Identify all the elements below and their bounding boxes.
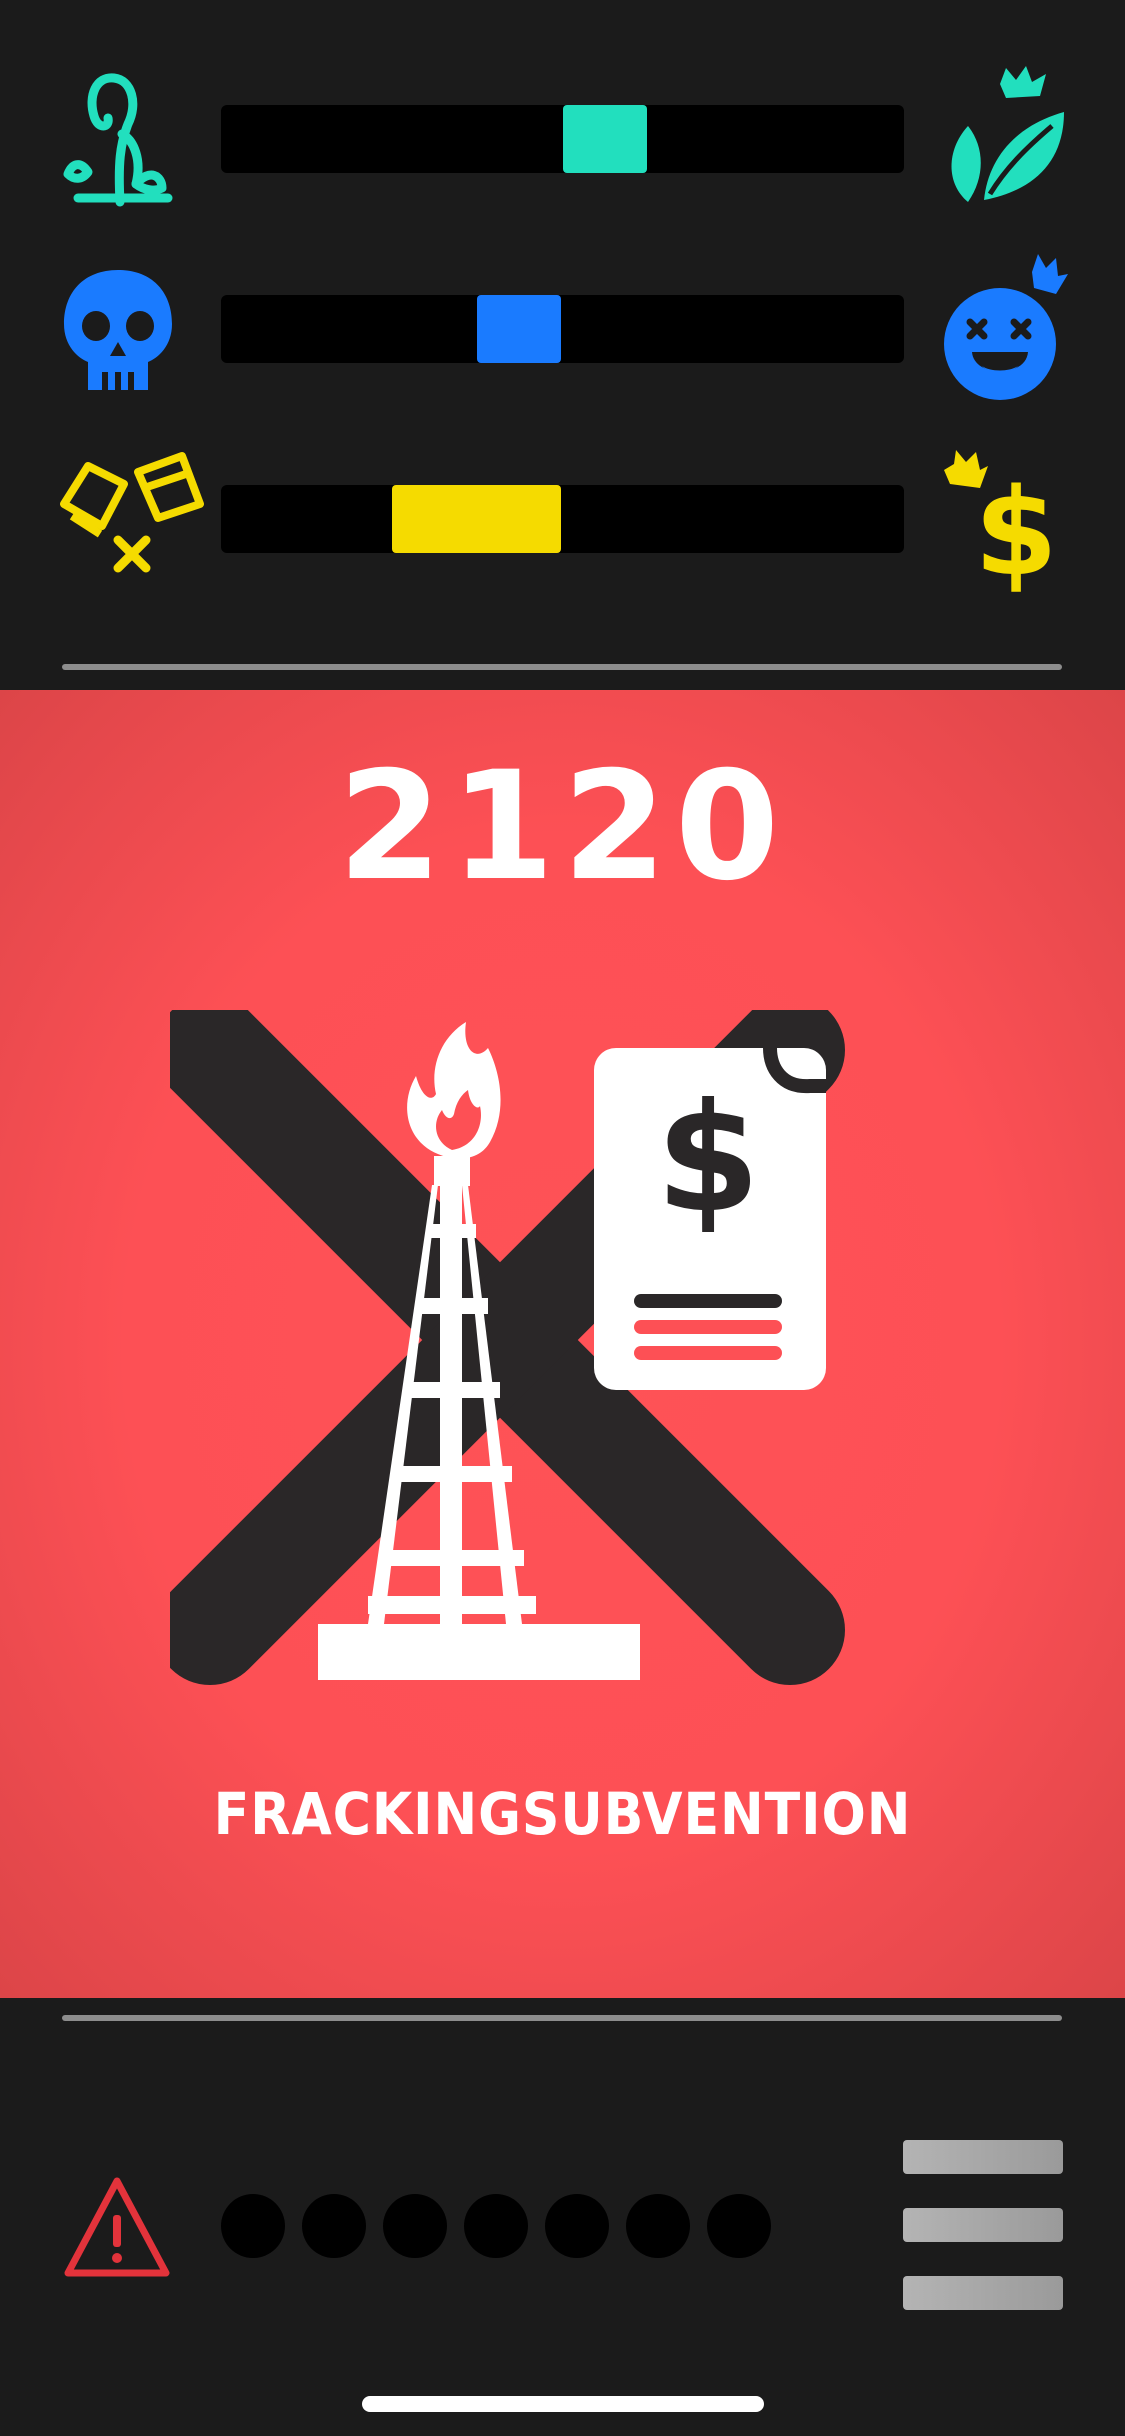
bottom-divider — [62, 2015, 1062, 2021]
progress-dot — [707, 2194, 771, 2258]
menu-bar — [903, 2208, 1063, 2242]
home-indicator[interactable] — [362, 2396, 764, 2412]
decision-card[interactable]: 2120 $ FRACKINGSUBVENTION — [0, 690, 1125, 1998]
economy-meter-thumb — [392, 485, 561, 553]
skull-icon — [58, 254, 178, 404]
leaves-crown-icon — [940, 64, 1070, 214]
people-meter-track — [221, 295, 904, 363]
fracking-rig-subsidy-crossed-icon: $ — [155, 995, 870, 1710]
card-title: FRACKINGSUBVENTION — [213, 1780, 912, 1848]
environment-meter-track — [221, 105, 904, 173]
progress-dot — [626, 2194, 690, 2258]
people-meter-thumb — [477, 295, 561, 363]
broken-money-icon — [58, 444, 204, 594]
menu-bar — [903, 2140, 1063, 2174]
hamburger-menu-icon[interactable] — [903, 2140, 1063, 2314]
menu-bar — [903, 2276, 1063, 2310]
progress-dot — [383, 2194, 447, 2258]
meter-environment — [0, 64, 1125, 214]
warning-triangle-icon[interactable] — [62, 2173, 172, 2283]
progress-dot — [464, 2194, 528, 2258]
sprout-dying-icon — [58, 64, 178, 214]
meter-people — [0, 254, 1125, 404]
svg-text:$: $ — [974, 464, 1058, 594]
progress-dot — [302, 2194, 366, 2258]
meters-panel: $ — [0, 0, 1125, 690]
card-year: 2120 — [337, 740, 788, 914]
environment-meter-thumb — [563, 105, 647, 173]
progress-dot — [545, 2194, 609, 2258]
economy-meter-track — [221, 485, 904, 553]
meter-economy: $ — [0, 444, 1125, 603]
progress-dot — [221, 2194, 285, 2258]
progress-dots — [221, 2194, 771, 2258]
top-divider — [62, 664, 1062, 670]
bottom-panel — [0, 1998, 1125, 2436]
svg-text:$: $ — [656, 1072, 760, 1246]
dollar-crown-icon: $ — [940, 444, 1070, 603]
laughing-face-crown-icon — [940, 254, 1070, 404]
